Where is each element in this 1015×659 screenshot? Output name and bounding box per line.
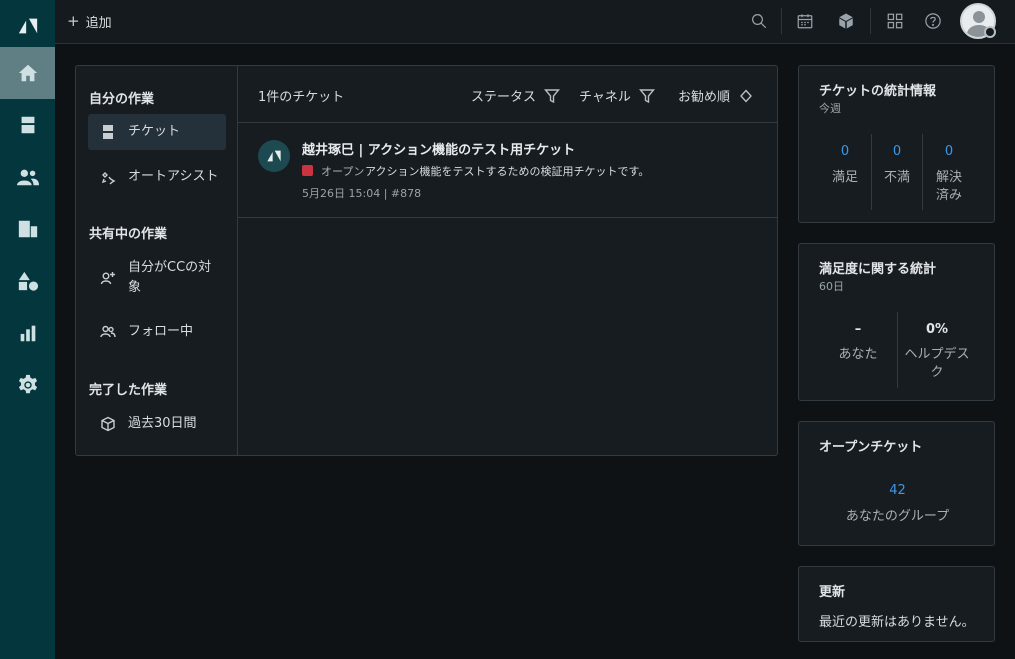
status-filter[interactable]: ステータス [471,86,561,105]
plus-icon: + [67,11,80,30]
main-nav-rail [0,0,55,659]
stat-unsatisfied-value[interactable]: 0 [872,144,922,159]
nav-objects[interactable] [0,255,55,307]
my-work-heading: 自分の作業 [89,92,155,107]
view-cc[interactable]: 自分がCCの対象 [88,256,226,300]
objects-icon [18,271,38,291]
zendesk-logo-icon[interactable] [0,0,55,52]
work-panel: 自分の作業 チケット オートアシスト 共有中の作業 自分がCCの対象 フォロー中 [75,65,778,456]
nav-organizations[interactable] [0,203,55,255]
presence-status-icon [984,26,996,38]
nav-settings[interactable] [0,359,55,411]
sort-icon [740,88,752,103]
home-icon [18,64,37,82]
help-icon [925,13,941,29]
card-period: 今週 [819,102,841,115]
card-title: 満足度に関する統計 [819,262,937,277]
zendesk-logo-icon [267,150,281,162]
stat-helpdesk-label-line2: ク [930,365,944,380]
nav-home[interactable] [0,47,55,99]
view-auto-assist[interactable]: オートアシスト [88,159,226,195]
cube-icon [839,13,853,29]
ticket-list-header: 1件のチケット ステータス チャネル お勧め順 [238,66,777,123]
view-past-30[interactable]: 過去30日間 [88,406,226,442]
top-bar: + 追加 [55,0,1015,44]
views-sidebar: 自分の作業 チケット オートアシスト 共有中の作業 自分がCCの対象 フォロー中 [76,66,238,455]
updates-text: 最近の更新はありません。 [819,615,975,630]
ticket-title[interactable]: 越井琢巳 | アクション機能のテスト用チケット [302,139,575,158]
bar-chart-icon [20,325,35,342]
stat-helpdesk-label-line1: ヘルプデス [904,347,970,362]
updates-card: 更新 最近の更新はありません。 [798,566,995,642]
customers-icon [16,169,39,186]
card-period: 60日 [819,280,844,293]
sort-select[interactable]: お勧め順 [678,86,754,105]
add-label: 追加 [85,15,112,31]
filter-icon [544,88,561,103]
user-plus-icon [100,270,116,286]
stat-solved-value[interactable]: 0 [923,144,975,159]
sort-label: お勧め順 [678,90,731,105]
ticket-row[interactable]: 越井琢巳 | アクション機能のテスト用チケット オープン アクション機能をテスト… [238,123,777,218]
nav-reporting[interactable] [0,307,55,359]
view-past-30-label: 過去30日間 [128,416,197,431]
view-tickets[interactable]: チケット [88,114,226,150]
nav-customers[interactable] [0,151,55,203]
divider [781,8,782,34]
ticket-count: 1件のチケット [258,90,345,105]
calendar-button[interactable] [794,10,816,32]
view-following[interactable]: フォロー中 [88,314,226,350]
filter-icon [638,88,655,103]
avatar-head [973,11,985,23]
nav-tickets[interactable] [0,99,55,151]
ticket-stats-card: チケットの統計情報 今週 0 満足 0 不満 0 解決 済み [798,65,995,223]
stat-you-value: – [854,322,862,337]
view-auto-assist-label: オートアシスト [128,169,219,184]
card-title: 更新 [819,585,846,600]
channel-filter-label: チャネル [579,90,631,105]
tickets-icon [21,116,34,134]
gear-icon [18,374,37,394]
ticket-description: アクション機能をテストするための検証用チケットです。 [365,165,650,178]
stat-solved-label-line2: 済み [935,188,962,203]
stat-helpdesk-value: 0% [925,322,949,337]
shared-work-heading: 共有中の作業 [89,227,168,242]
view-cc-label: 自分がCCの対象 [128,260,212,295]
stat-unsatisfied-label: 不満 [883,170,910,185]
card-title: チケットの統計情報 [819,84,937,99]
organizations-icon [18,220,37,238]
ticket-meta: 5月26日 15:04 | #878 [302,187,422,200]
divider [870,8,871,34]
calendar-icon [797,14,813,29]
stat-satisfied-label: 満足 [831,170,858,185]
apps-cube-button[interactable] [835,10,857,32]
open-tickets-value[interactable]: 42 [799,483,996,498]
open-tickets-label: あなたのグループ [845,509,950,524]
status-filter-label: ステータス [471,90,537,105]
ticket-icon [100,124,116,140]
grid-icon [887,13,903,29]
box-icon [100,416,116,432]
sparkle-icon [100,169,116,185]
stat-solved-label-line1: 解決 [935,170,962,185]
stat-you-label: あなた [838,347,878,362]
channel-filter[interactable]: チャネル [579,86,655,105]
add-button[interactable]: + 追加 [67,11,112,31]
search-icon [752,14,767,29]
done-work-heading: 完了した作業 [89,383,168,398]
requester-avatar [258,140,290,172]
open-tickets-card: オープンチケット 42 あなたのグループ [798,421,995,546]
card-title: オープンチケット [819,440,923,455]
view-following-label: フォロー中 [128,324,194,339]
ticket-list: 1件のチケット ステータス チャネル お勧め順 越井琢巳 | アクション機能のテ… [238,66,777,455]
search-button[interactable] [748,10,770,32]
view-tickets-label: チケット [128,124,181,139]
stat-satisfied-value[interactable]: 0 [819,144,871,159]
users-icon [100,324,116,340]
ticket-status: オープン [321,165,365,178]
status-indicator [302,165,313,176]
help-button[interactable] [922,10,944,32]
product-tray-button[interactable] [884,10,906,32]
satisfaction-stats-card: 満足度に関する統計 60日 – あなた 0% ヘルプデス ク [798,243,995,401]
